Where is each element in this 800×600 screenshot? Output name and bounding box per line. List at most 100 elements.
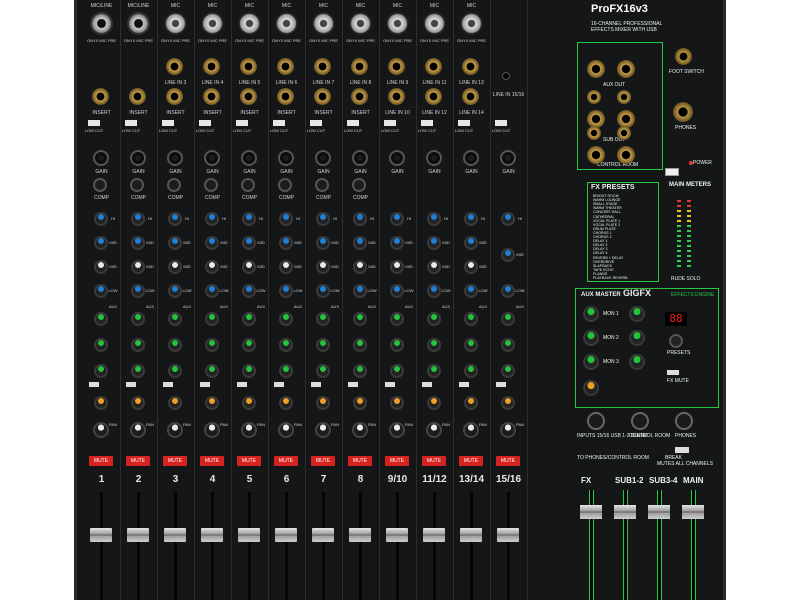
eq-low-knob[interactable]: [427, 284, 441, 298]
gain-knob[interactable]: [389, 150, 405, 166]
line-input-jack[interactable]: [203, 58, 220, 75]
aux-master-knob[interactable]: [583, 330, 599, 346]
channel-fader[interactable]: [238, 528, 260, 542]
fx-send-knob[interactable]: [131, 396, 145, 410]
channel-fader[interactable]: [460, 528, 482, 542]
channel-fader[interactable]: [423, 528, 445, 542]
output-jack[interactable]: [587, 126, 601, 140]
line-input-jack[interactable]: [351, 58, 368, 75]
aux-send-knob[interactable]: [390, 338, 404, 352]
eq-low-knob[interactable]: [205, 284, 219, 298]
aux-send-knob[interactable]: [353, 312, 367, 326]
output-jack[interactable]: [587, 60, 605, 78]
insert-jack[interactable]: [425, 88, 442, 105]
pre-post-button[interactable]: [496, 382, 506, 387]
aux-send-knob[interactable]: [427, 312, 441, 326]
fx-to-mon-knob[interactable]: [629, 306, 645, 322]
output-jack[interactable]: [617, 146, 635, 164]
eq-hi-knob[interactable]: [464, 212, 478, 226]
control-room-knob[interactable]: [631, 412, 649, 430]
low-cut-button[interactable]: [347, 120, 359, 126]
aux-send-knob[interactable]: [242, 312, 256, 326]
eq-low-knob[interactable]: [131, 284, 145, 298]
gain-knob[interactable]: [463, 150, 479, 166]
pre-post-button[interactable]: [385, 382, 395, 387]
insert-jack[interactable]: [203, 88, 220, 105]
channel-fader[interactable]: [386, 528, 408, 542]
usb-button[interactable]: [665, 168, 679, 176]
aux-send-knob[interactable]: [205, 338, 219, 352]
mute-button[interactable]: MUTE: [348, 456, 372, 466]
gain-knob[interactable]: [167, 150, 183, 166]
aux-send-knob[interactable]: [427, 364, 441, 378]
channel-fader[interactable]: [312, 528, 334, 542]
aux-send-knob[interactable]: [242, 338, 256, 352]
output-jack[interactable]: [617, 126, 631, 140]
gain-knob[interactable]: [204, 150, 220, 166]
eq-mid-knob[interactable]: [168, 236, 182, 250]
eq-low-knob[interactable]: [464, 284, 478, 298]
low-cut-button[interactable]: [88, 120, 100, 126]
low-cut-button[interactable]: [273, 120, 285, 126]
eq-hi-knob[interactable]: [205, 212, 219, 226]
eq-mid-knob[interactable]: [427, 260, 441, 274]
aux-master-knob[interactable]: [583, 354, 599, 370]
aux-send-knob[interactable]: [94, 364, 108, 378]
aux-send-knob[interactable]: [94, 312, 108, 326]
eq-low-knob[interactable]: [168, 284, 182, 298]
insert-jack[interactable]: [129, 88, 146, 105]
comp-knob[interactable]: [315, 178, 329, 192]
line-input-jack[interactable]: [314, 58, 331, 75]
eq-mid-knob[interactable]: [205, 236, 219, 250]
eq-mid-knob[interactable]: [464, 260, 478, 274]
line-input-jack[interactable]: [277, 58, 294, 75]
mic-input-jack[interactable]: [349, 12, 372, 35]
master-fader[interactable]: [682, 505, 704, 519]
break-button[interactable]: [675, 447, 689, 453]
insert-jack[interactable]: [277, 88, 294, 105]
eq-hi-knob[interactable]: [242, 212, 256, 226]
fx-send-knob[interactable]: [205, 396, 219, 410]
channel-fader[interactable]: [164, 528, 186, 542]
comp-knob[interactable]: [278, 178, 292, 192]
aux-send-knob[interactable]: [390, 312, 404, 326]
pre-post-button[interactable]: [200, 382, 210, 387]
aux-send-knob[interactable]: [131, 338, 145, 352]
gain-knob[interactable]: [315, 150, 331, 166]
eq-mid-knob[interactable]: [242, 260, 256, 274]
channel-fader[interactable]: [127, 528, 149, 542]
eq-hi-knob[interactable]: [168, 212, 182, 226]
eq-mid-knob[interactable]: [168, 260, 182, 274]
mic-input-jack[interactable]: [275, 12, 298, 35]
mute-button[interactable]: MUTE: [496, 456, 520, 466]
line-input-jack[interactable]: [425, 58, 442, 75]
aux-master-knob[interactable]: [583, 306, 599, 322]
eq-hi-knob[interactable]: [353, 212, 367, 226]
fx-to-mon-knob[interactable]: [629, 354, 645, 370]
channel-fader[interactable]: [90, 528, 112, 542]
fx-send-knob[interactable]: [316, 396, 330, 410]
channel-fader[interactable]: [497, 528, 519, 542]
pre-post-button[interactable]: [422, 382, 432, 387]
aux-send-knob[interactable]: [353, 338, 367, 352]
low-cut-button[interactable]: [236, 120, 248, 126]
pre-post-button[interactable]: [311, 382, 321, 387]
mute-button[interactable]: MUTE: [459, 456, 483, 466]
mute-button[interactable]: MUTE: [89, 456, 113, 466]
line-input-jack[interactable]: [388, 58, 405, 75]
pre-post-button[interactable]: [126, 382, 136, 387]
comp-knob[interactable]: [167, 178, 181, 192]
eq-mid-knob[interactable]: [390, 260, 404, 274]
aux-send-knob[interactable]: [316, 312, 330, 326]
master-fader[interactable]: [614, 505, 636, 519]
eq-mid-knob[interactable]: [279, 236, 293, 250]
eq-mid-knob[interactable]: [353, 260, 367, 274]
insert-jack[interactable]: [92, 88, 109, 105]
insert-jack[interactable]: [166, 88, 183, 105]
aux-send-knob[interactable]: [501, 312, 515, 326]
aux-send-knob[interactable]: [501, 338, 515, 352]
output-jack[interactable]: [617, 60, 635, 78]
eq-mid-knob[interactable]: [390, 236, 404, 250]
presets-knob[interactable]: [669, 334, 683, 348]
insert-jack[interactable]: [462, 88, 479, 105]
